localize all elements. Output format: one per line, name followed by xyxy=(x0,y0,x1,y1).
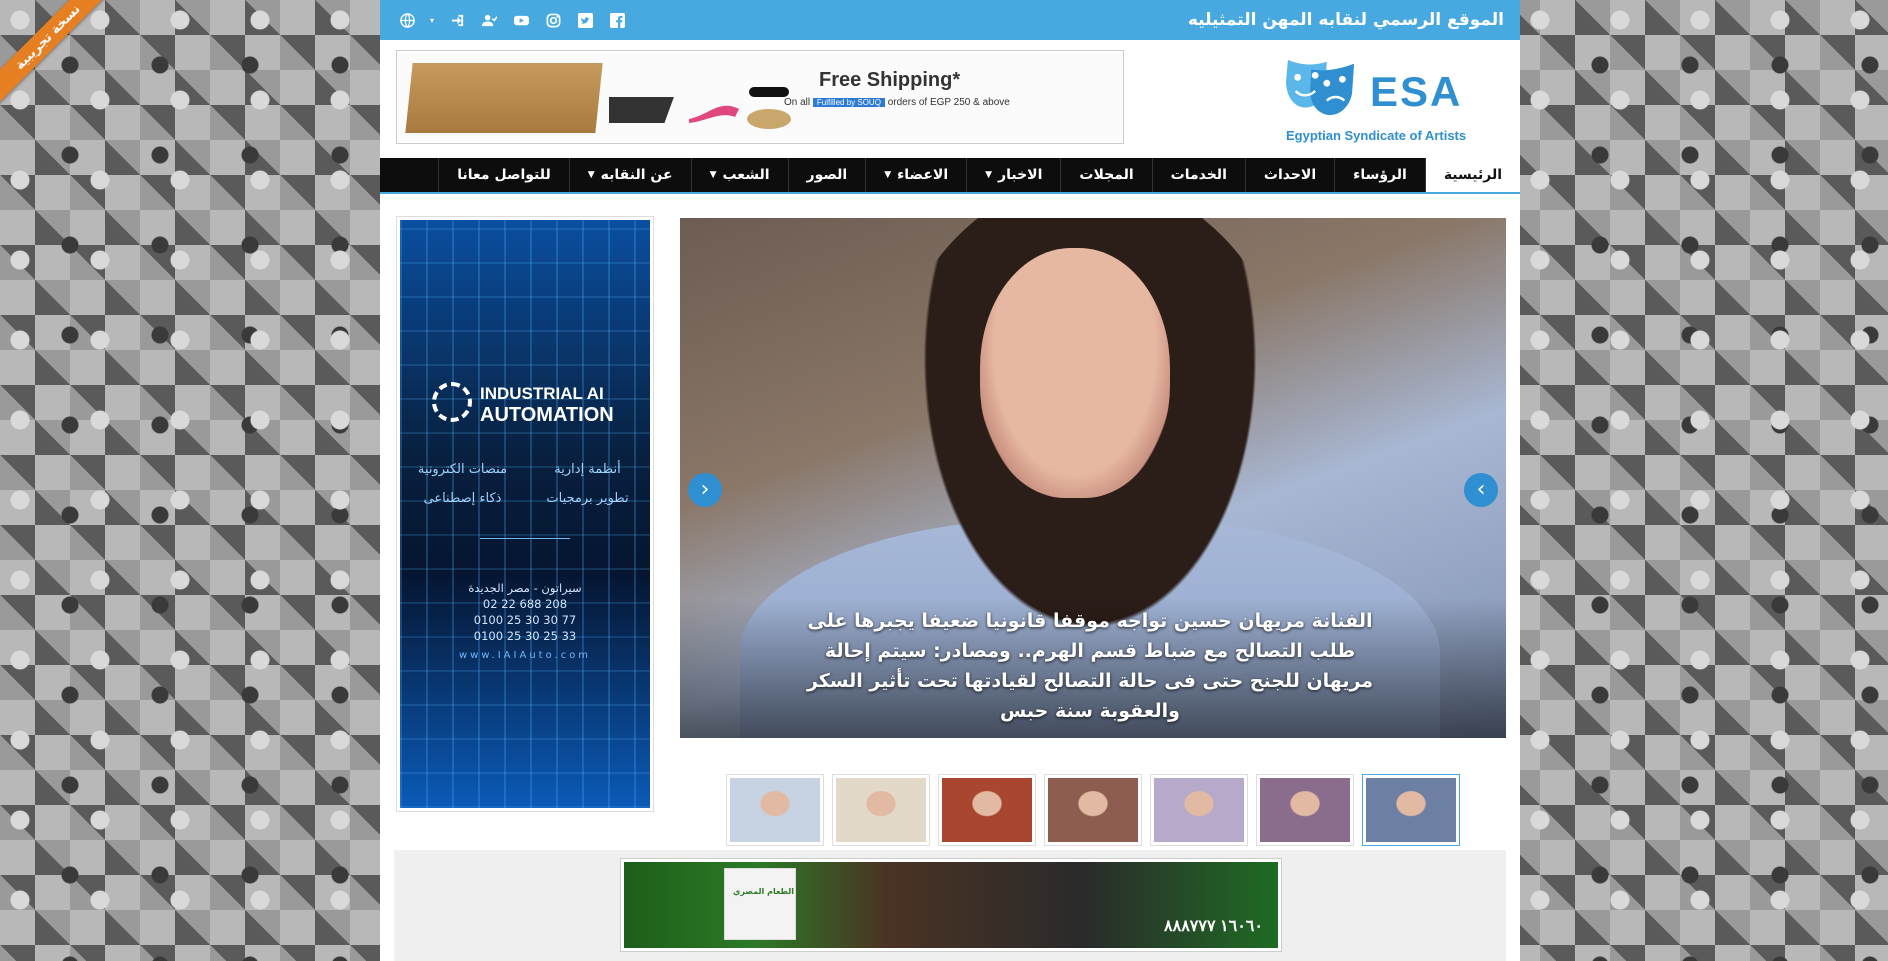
nav-label: الاخبار xyxy=(998,167,1043,183)
bottom-ad-strip: الطعام المصري ١٦٠٦٠ ٨٨٨٧٧٧ xyxy=(394,850,1506,961)
thumbnail-image xyxy=(836,778,926,842)
industrial-ai-ad[interactable]: INDUSTRIAL AI AUTOMATION أنظمة إدارية من… xyxy=(396,216,654,812)
caret-down-icon: ▼ xyxy=(985,170,993,180)
free-shipping-prefix: On all xyxy=(784,97,811,108)
nav-label: الخدمات xyxy=(1170,167,1227,183)
top-bar: الموقع الرسمي لنقابه المهن التمثيليه ▾ xyxy=(380,0,1520,40)
shipping-box-graphic xyxy=(405,63,603,133)
nav-photos[interactable]: الصور xyxy=(787,158,866,192)
logo-subtitle: Egyptian Syndicate of Artists xyxy=(1286,128,1467,143)
nav-home[interactable]: الرئيسية xyxy=(1424,158,1520,192)
slider-thumbnail[interactable] xyxy=(1362,774,1460,846)
banner-ad-image: Free Shipping* On all Fulfilled by SOUQ … xyxy=(399,53,1121,141)
ad-service: ذكاء إصطناعى xyxy=(423,491,502,506)
nav-members[interactable]: الاعضاء ▼ xyxy=(865,158,966,192)
ad-phone: 02 22 688 208 xyxy=(482,597,568,611)
souq-badge: Fulfilled by SOUQ xyxy=(812,98,885,107)
ad-line-2: AUTOMATION xyxy=(480,404,614,426)
login-icon[interactable] xyxy=(446,9,468,31)
ad-service: تطوير برمجيات xyxy=(546,491,629,506)
slider-prev-button[interactable]: › xyxy=(1464,473,1498,507)
ad-address: سيراتون - مصر الجديدة xyxy=(468,581,582,595)
nav-magazines[interactable]: المجلات xyxy=(1060,158,1151,192)
gear-icon xyxy=(432,382,472,422)
esa-logo[interactable]: ESA Egyptian Syndicate of Artists xyxy=(1282,50,1472,145)
theater-masks-icon xyxy=(1286,59,1355,116)
main-navigation: الرئيسية الرؤساء الاحداث الخدمات المجلات… xyxy=(380,158,1520,194)
logo-text: ESA xyxy=(1370,68,1463,115)
nav-services[interactable]: الخدمات xyxy=(1151,158,1245,192)
top-icons: ▾ xyxy=(396,9,628,31)
register-icon[interactable] xyxy=(478,9,500,31)
nav-divisions[interactable]: الشعب ▼ xyxy=(690,158,788,192)
header: ESA Egyptian Syndicate of Artists Free S… xyxy=(380,40,1520,158)
caret-down-icon: ▼ xyxy=(884,170,892,180)
nav-presidents[interactable]: الرؤساء xyxy=(1334,158,1425,192)
ad-phone: 0100 25 30 25 33 xyxy=(473,629,577,643)
free-shipping-title: Free Shipping* xyxy=(819,69,961,91)
site-title: الموقع الرسمي لنقابه المهن التمثيليه xyxy=(1187,10,1504,30)
industrial-ai-logo: INDUSTRIAL AI AUTOMATION xyxy=(430,380,620,430)
food-bag-graphic: الطعام المصري xyxy=(724,868,796,940)
nav-label: الاحداث xyxy=(1263,167,1317,183)
thumbnail-image xyxy=(942,778,1032,842)
nav-about[interactable]: عن النقابه ▼ xyxy=(568,158,691,192)
thumbnail-image xyxy=(730,778,820,842)
free-shipping-suffix: orders of EGP 250 & above xyxy=(887,97,1010,108)
thumbnail-image xyxy=(1154,778,1244,842)
slider-thumbnail[interactable] xyxy=(1150,774,1248,846)
trial-version-ribbon: نسخة تجريبية xyxy=(0,0,120,110)
slide-caption[interactable]: الفنانة مريهان حسين تواجه موقفا قانونيا … xyxy=(790,606,1390,726)
slider-thumbnail[interactable] xyxy=(1044,774,1142,846)
ad-divider xyxy=(480,538,570,539)
nav-label: الصور xyxy=(806,167,848,183)
bottom-ad-image: الطعام المصري ١٦٠٦٠ ٨٨٨٧٧٧ xyxy=(624,862,1278,948)
youtube-icon[interactable] xyxy=(510,9,532,31)
side-ad-image: INDUSTRIAL AI AUTOMATION أنظمة إدارية من… xyxy=(400,220,650,808)
ad-phone: 0100 25 30 30 77 xyxy=(473,613,577,627)
ad-services: أنظمة إدارية منصات الكترونية تطوير برمجي… xyxy=(400,462,650,506)
thumbnail-image xyxy=(1366,778,1456,842)
free-shipping-subtitle: On all Fulfilled by SOUQ orders of EGP 2… xyxy=(784,97,1010,108)
slider-thumbnail[interactable] xyxy=(832,774,930,846)
nav-label: الاعضاء xyxy=(897,167,949,183)
ad-contact: سيراتون - مصر الجديدة 02 22 688 208 0100… xyxy=(400,580,650,664)
slide-image-face xyxy=(980,248,1170,498)
ad-service: منصات الكترونية xyxy=(417,462,508,477)
free-shipping-banner-ad[interactable]: Free Shipping* On all Fulfilled by SOUQ … xyxy=(396,50,1124,144)
nav-contact[interactable]: للتواصل معانا xyxy=(438,158,569,192)
slider-thumbnail[interactable] xyxy=(1256,774,1354,846)
food-bank-banner-ad[interactable]: الطعام المصري ١٦٠٦٠ ٨٨٨٧٧٧ xyxy=(620,858,1282,952)
nav-label: الرئيسية xyxy=(1443,167,1502,183)
nav-events[interactable]: الاحداث xyxy=(1244,158,1334,192)
nav-label: الرؤساء xyxy=(1353,167,1407,183)
slider-thumbnail[interactable] xyxy=(726,774,824,846)
facebook-icon[interactable] xyxy=(606,9,628,31)
language-icon[interactable] xyxy=(396,9,418,31)
page-container: الموقع الرسمي لنقابه المهن التمثيليه ▾ E… xyxy=(380,0,1520,961)
news-slider[interactable]: الفنانة مريهان حسين تواجه موقفا قانونيا … xyxy=(680,218,1506,738)
slider-thumbnail[interactable] xyxy=(938,774,1036,846)
ad-line-1: INDUSTRIAL AI xyxy=(480,384,604,403)
nav-label: الشعب xyxy=(722,167,770,183)
nav-label: عن النقابه xyxy=(600,167,673,183)
nav-label: المجلات xyxy=(1079,167,1134,183)
bag-label: الطعام المصري xyxy=(733,887,795,896)
chevron-down-icon[interactable]: ▾ xyxy=(428,9,436,31)
bottom-ad-phone: ١٦٠٦٠ ٨٨٨٧٧٧ xyxy=(1164,918,1263,935)
ad-service: أنظمة إدارية xyxy=(554,462,621,477)
caret-down-icon: ▼ xyxy=(709,170,717,180)
thumbnail-image xyxy=(1048,778,1138,842)
slider-thumbnails xyxy=(726,774,1460,846)
ad-website: www.IAIAuto.com xyxy=(458,650,592,661)
thumbnail-image xyxy=(1260,778,1350,842)
nav-news[interactable]: الاخبار ▼ xyxy=(966,158,1060,192)
caret-down-icon: ▼ xyxy=(587,170,595,180)
nav-label: للتواصل معانا xyxy=(457,167,551,183)
instagram-icon[interactable] xyxy=(542,9,564,31)
products-graphic xyxy=(609,87,791,129)
twitter-icon[interactable] xyxy=(574,9,596,31)
slider-next-button[interactable]: ‹ xyxy=(688,473,722,507)
